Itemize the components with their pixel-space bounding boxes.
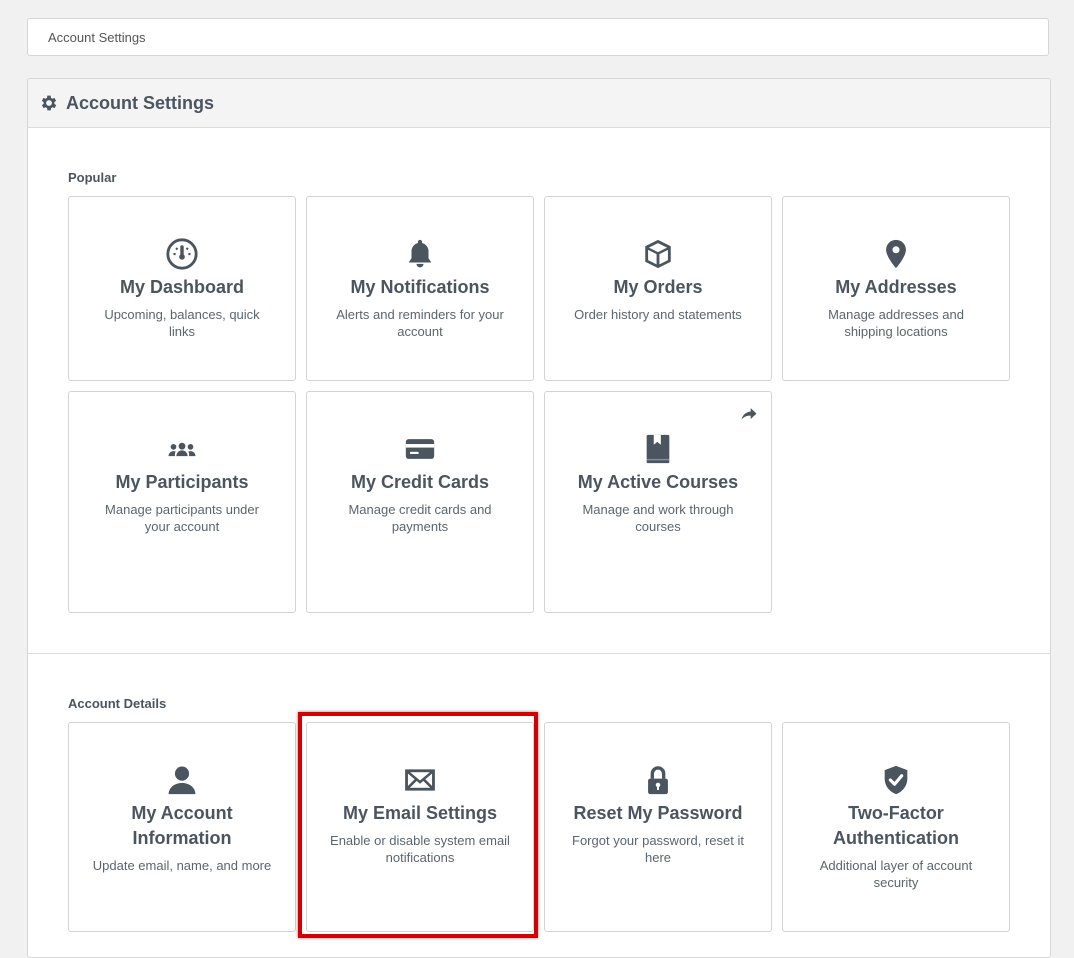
map-pin-icon: [879, 237, 913, 271]
user-icon: [165, 763, 199, 797]
section-label-popular: Popular: [68, 170, 117, 185]
card-my-active-courses[interactable]: My Active Courses Manage and work throug…: [544, 391, 772, 613]
box-icon: [641, 237, 675, 271]
card-my-email-settings[interactable]: My Email Settings Enable or disable syst…: [306, 722, 534, 932]
dashboard-gauge-icon: [165, 237, 199, 271]
users-icon: [165, 432, 199, 466]
card-description: Manage credit cards and payments: [348, 502, 492, 534]
breadcrumb-label[interactable]: Account Settings: [48, 30, 146, 45]
breadcrumb[interactable]: Account Settings: [27, 18, 1049, 56]
bell-icon: [403, 237, 437, 271]
envelope-icon: [403, 763, 437, 797]
card-my-notifications[interactable]: My Notifications Alerts and reminders fo…: [306, 196, 534, 381]
card-title: My Notifications: [350, 277, 490, 297]
card-description: Enable or disable system email notificat…: [330, 833, 510, 865]
card-two-factor-authentication[interactable]: Two-Factor Authentication Additional lay…: [782, 722, 1010, 932]
credit-card-icon: [403, 432, 437, 466]
lock-icon: [641, 763, 675, 797]
card-my-orders[interactable]: My Orders Order history and statements: [544, 196, 772, 381]
card-title: My Active Courses: [577, 472, 739, 492]
account-details-section: Account Details My Account Information U…: [28, 654, 1050, 957]
card-description: Alerts and reminders for your account: [336, 307, 504, 339]
card-description: Upcoming, balances, quick links: [104, 307, 260, 339]
card-description: Forgot your password, reset it here: [572, 833, 744, 865]
card-title: My Orders: [613, 277, 703, 297]
card-title: My Participants: [115, 472, 249, 492]
gear-icon: [41, 95, 57, 111]
card-my-participants[interactable]: My Participants Manage participants unde…: [68, 391, 296, 613]
card-my-credit-cards[interactable]: My Credit Cards Manage credit cards and …: [306, 391, 534, 613]
share-arrow-icon[interactable]: [739, 404, 759, 424]
book-icon: [641, 432, 675, 466]
card-my-account-information[interactable]: My Account Information Update email, nam…: [68, 722, 296, 932]
section-label-account-details: Account Details: [68, 696, 167, 711]
card-description: Order history and statements: [574, 307, 742, 322]
account-settings-panel: Account Settings Popular My Dashboard Up…: [27, 78, 1051, 958]
popular-section: Popular My Dashboard Upcoming, balances,…: [28, 128, 1050, 654]
panel-header: Account Settings: [28, 79, 1050, 128]
card-description: Update email, name, and more: [92, 858, 272, 873]
card-title: Reset My Password: [573, 803, 743, 823]
card-title: My Account Information: [131, 803, 233, 848]
shield-check-icon: [879, 763, 913, 797]
card-title: My Credit Cards: [350, 472, 490, 492]
card-title: My Dashboard: [119, 277, 245, 297]
card-my-addresses[interactable]: My Addresses Manage addresses and shippi…: [782, 196, 1010, 381]
card-title: Two-Factor Authentication: [833, 803, 959, 848]
card-description: Manage addresses and shipping locations: [828, 307, 964, 339]
card-my-dashboard[interactable]: My Dashboard Upcoming, balances, quick l…: [68, 196, 296, 381]
card-title: My Email Settings: [342, 803, 498, 823]
card-title: My Addresses: [835, 277, 957, 297]
card-description: Manage and work through courses: [582, 502, 734, 534]
card-description: Additional layer of account security: [819, 858, 973, 890]
card-description: Manage participants under your account: [105, 502, 259, 534]
page-title: Account Settings: [66, 92, 215, 113]
card-reset-my-password[interactable]: Reset My Password Forgot your password, …: [544, 722, 772, 932]
